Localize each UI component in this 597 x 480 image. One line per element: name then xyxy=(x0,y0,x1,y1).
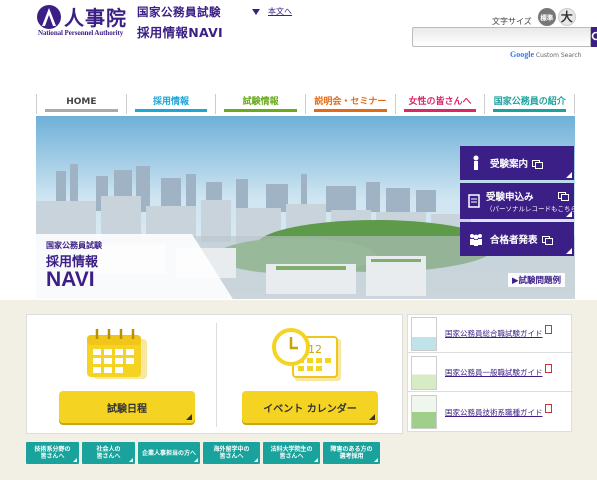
tag-disability-hiring[interactable]: 障害のある方の 選考採用 xyxy=(323,442,380,464)
pdf-icon xyxy=(544,364,552,373)
logo-text: 人事院 xyxy=(64,6,127,30)
group-people-icon xyxy=(468,231,484,247)
exam-question-samples-link[interactable]: ▶試験問題例 xyxy=(508,273,566,287)
global-nav: HOME 採用情報 試験情報 説明会・セミナー 女性の皆さんへ 国家公務員の紹介 xyxy=(36,94,576,114)
font-size-control: 文字サイズ 標準 大 xyxy=(492,6,576,27)
document-icon xyxy=(468,193,480,209)
event-calendar-icon: 12 xyxy=(272,328,341,381)
tag-technical-fields[interactable]: 技術系分野の 皆さんへ xyxy=(26,442,79,464)
content-area: 試験日程 12 イベント カレンダー 国家公務員総合職試験ガイド 国家公務員一般… xyxy=(0,300,597,480)
logo-en-text: National Personnel Authority xyxy=(38,29,124,37)
hero-title-line1: 国家公務員試験 xyxy=(46,241,102,250)
search-icon xyxy=(591,31,597,41)
guide-thumbnail xyxy=(411,316,437,351)
logo-mark-icon xyxy=(37,5,61,29)
nav-exam-info[interactable]: 試験情報 xyxy=(216,94,307,114)
header: 人事院 National Personnel Authority 国家公務員試験… xyxy=(0,0,597,92)
hero-title-line3: NAVI xyxy=(46,268,95,291)
guide-item-gijutsukei[interactable]: 国家公務員技術系職種ガイド xyxy=(408,393,573,431)
tag-working-adults[interactable]: 社会人の 皆さんへ xyxy=(82,442,135,464)
nav-civil-servant-intro[interactable]: 国家公務員の紹介 xyxy=(485,94,576,114)
search-input[interactable] xyxy=(412,27,591,47)
font-size-large-button[interactable]: 大 xyxy=(557,7,576,26)
exam-guides-list: 国家公務員総合職試験ガイド 国家公務員一般職試験ガイド 国家公務員技術系職種ガイ… xyxy=(407,314,573,432)
tag-law-school[interactable]: 法科大学院生の 皆さんへ xyxy=(263,442,320,464)
google-logo: Google xyxy=(510,50,534,59)
guide-thumbnail xyxy=(411,395,437,429)
tag-study-abroad[interactable]: 海外留学中の 皆さんへ xyxy=(203,442,260,464)
search-bar xyxy=(412,27,597,47)
site-title-line1: 国家公務員試験 xyxy=(137,5,221,19)
external-window-icon xyxy=(558,192,569,201)
external-window-icon xyxy=(541,235,553,245)
application-sub-text: （パーソナルレコードもこちら） xyxy=(486,205,575,213)
calendar-panel: 試験日程 12 イベント カレンダー xyxy=(26,314,403,434)
jinjiin-logo[interactable]: 人事院 National Personnel Authority xyxy=(36,4,132,40)
nav-home[interactable]: HOME xyxy=(37,94,127,114)
calendar-number-text: 12 xyxy=(308,343,322,356)
event-calendar-button[interactable]: イベント カレンダー xyxy=(242,391,378,423)
down-arrow-icon xyxy=(252,8,260,15)
exam-application-button[interactable]: 受験申込み （パーソナルレコードもこちら） xyxy=(460,183,575,219)
tag-hr-staff[interactable]: 企業人事担当の方へ xyxy=(138,442,200,464)
site-title-line2: 採用情報NAVI xyxy=(137,25,224,40)
font-size-label: 文字サイズ xyxy=(492,17,532,26)
exam-guide-button[interactable]: 受験案内 xyxy=(460,146,574,180)
skip-to-content-link[interactable]: 本文へ xyxy=(252,6,292,17)
hero-banner: 国家公務員試験 採用情報 NAVI 受験案内 受験申込み （パーソナルレコードも… xyxy=(36,116,575,299)
pdf-icon xyxy=(544,403,552,413)
results-announcement-button[interactable]: 合格者発表 xyxy=(460,222,574,256)
hero-title: 国家公務員試験 採用情報 NAVI xyxy=(36,234,236,299)
external-window-icon xyxy=(532,159,544,169)
search-button[interactable] xyxy=(591,27,597,47)
nav-for-women[interactable]: 女性の皆さんへ xyxy=(396,94,486,114)
pdf-icon xyxy=(544,325,552,334)
guide-item-ippanshoku[interactable]: 国家公務員一般職試験ガイド xyxy=(408,354,573,392)
exam-schedule-button[interactable]: 試験日程 xyxy=(59,391,195,423)
site-title[interactable]: 国家公務員試験 採用情報NAVI xyxy=(137,4,223,41)
panel-divider xyxy=(216,323,217,427)
google-custom-search-label: Google Custom Search xyxy=(510,50,582,59)
nav-seminars[interactable]: 説明会・セミナー xyxy=(306,94,396,114)
exam-schedule-calendar-icon xyxy=(87,329,147,379)
font-size-normal-button[interactable]: 標準 xyxy=(537,7,556,26)
nav-recruitment-info[interactable]: 採用情報 xyxy=(127,94,217,114)
guide-item-sogoshoku[interactable]: 国家公務員総合職試験ガイド xyxy=(408,315,573,353)
person-icon xyxy=(468,155,484,171)
audience-links: 技術系分野の 皆さんへ 社会人の 皆さんへ 企業人事担当の方へ 海外留学中の 皆… xyxy=(26,442,383,464)
guide-thumbnail xyxy=(411,355,437,390)
